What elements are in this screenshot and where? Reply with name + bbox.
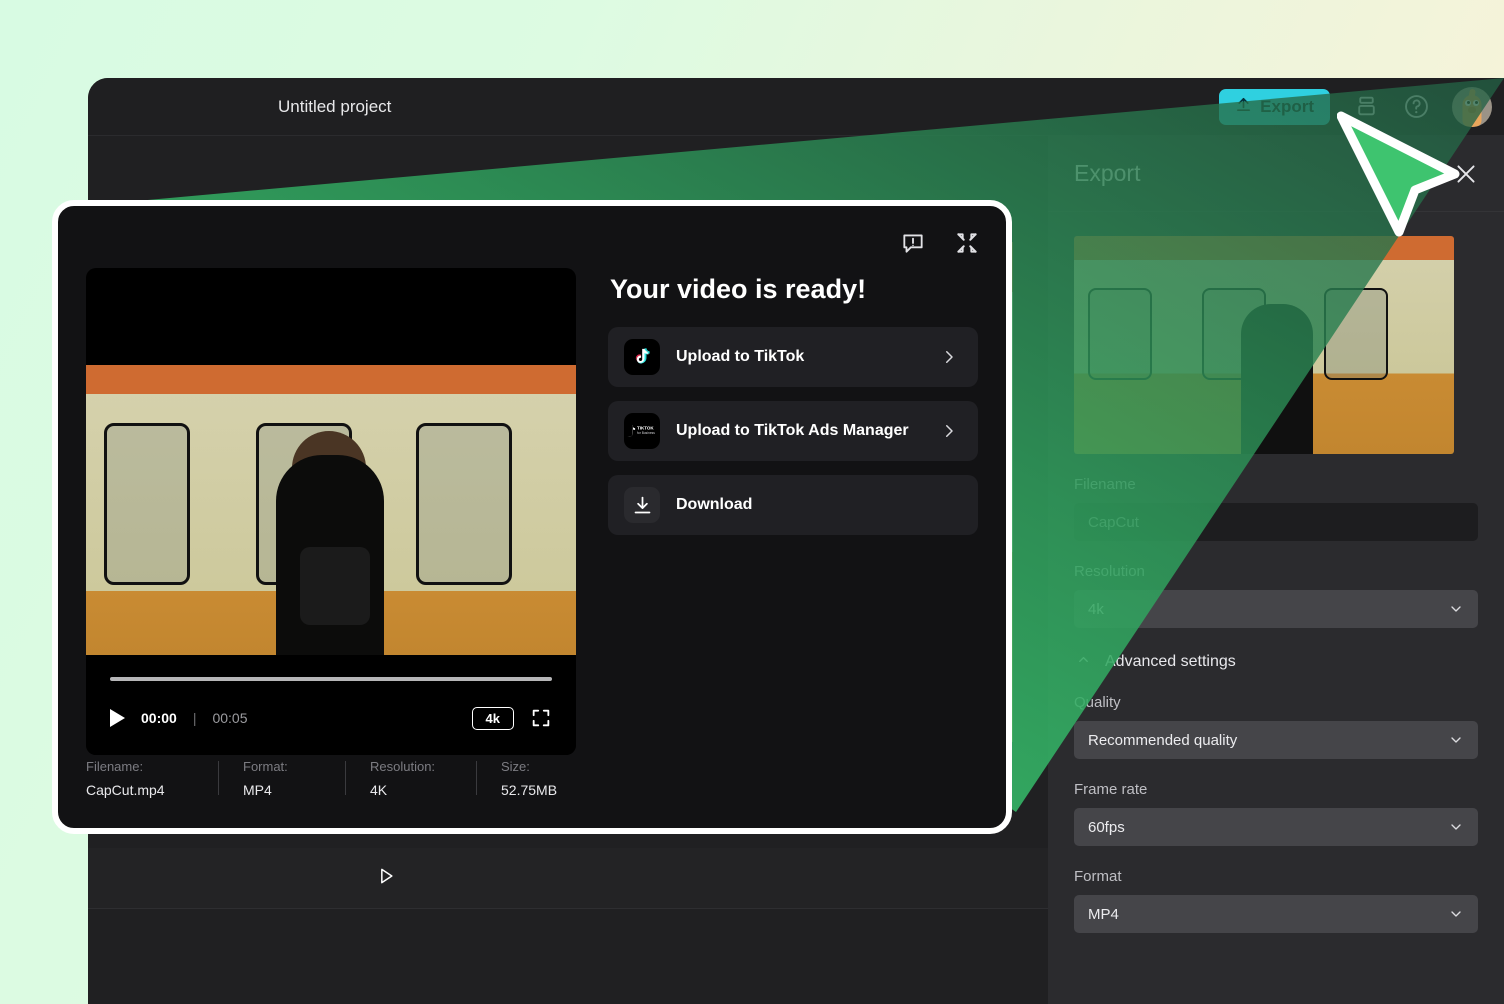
time-separator: | [192, 710, 197, 726]
export-button-label: Export [1260, 96, 1314, 116]
avatar[interactable] [1452, 86, 1492, 127]
thumb-window-a [1088, 288, 1152, 380]
avatar-snout [1468, 106, 1476, 113]
chevron-down-icon [1448, 906, 1464, 922]
meta-value: 52.75MB [501, 782, 558, 798]
page-title: Untitled project [278, 96, 392, 116]
format-value: MP4 [1088, 905, 1119, 923]
video-preview-card: 00:00 | 00:05 4k [86, 268, 576, 755]
modal-content: 00:00 | 00:05 4k Your video is ready! Up… [58, 206, 1006, 755]
filename-input[interactable]: CapCut [1074, 503, 1478, 541]
export-panel-body: Filename CapCut Resolution 4k Advanced s… [1048, 212, 1504, 933]
advanced-settings-toggle[interactable]: Advanced settings [1076, 652, 1478, 672]
top-bar-actions: Export [1219, 86, 1504, 127]
resolution-label: Resolution [1074, 563, 1145, 580]
download-button[interactable]: Download [608, 475, 978, 535]
export-panel: Export Filename CapCut Resolution 4k Adv… [1048, 136, 1504, 1004]
action-label: Upload to TikTok Ads Manager [676, 422, 909, 439]
quality-value: Recommended quality [1088, 731, 1238, 749]
close-icon[interactable] [1452, 160, 1480, 188]
export-preview-thumbnail [1074, 236, 1454, 454]
feedback-icon[interactable] [900, 230, 926, 256]
modal-header-icons [900, 230, 980, 256]
frame-rate-label: Frame rate [1074, 781, 1148, 798]
advanced-settings-label: Advanced settings [1105, 653, 1236, 670]
export-panel-title: Export [1074, 160, 1141, 186]
format-select[interactable]: MP4 [1074, 895, 1478, 933]
export-button[interactable]: Export [1219, 88, 1330, 125]
export-actions: Your video is ready! Upload to TikTok TI… [608, 268, 978, 755]
top-bar: Untitled project Export [88, 78, 1504, 136]
meta-key: Size: [501, 759, 530, 774]
filename-label: Filename [1074, 476, 1136, 493]
export-ready-modal: 00:00 | 00:05 4k Your video is ready! Up… [52, 200, 1012, 834]
subject-backpack [300, 547, 370, 625]
playback-scrubber[interactable] [110, 677, 552, 681]
download-icon [624, 487, 660, 523]
chevron-right-icon [940, 422, 958, 440]
avatar-eye-right [1473, 99, 1479, 106]
resolution-value: 4k [1088, 600, 1104, 618]
meta-value: CapCut.mp4 [86, 782, 165, 798]
layers-icon[interactable] [1352, 93, 1380, 121]
export-panel-header: Export [1048, 136, 1504, 212]
play-outline-icon[interactable] [376, 865, 396, 892]
action-label: Upload to TikTok [676, 348, 805, 365]
current-time: 00:00 [141, 710, 177, 726]
upload-to-tiktok-ads-manager-button[interactable]: TIKTOK for Business Upload to TikTok Ads… [608, 401, 978, 461]
quality-select[interactable]: Recommended quality [1074, 721, 1478, 759]
duration: 00:05 [212, 710, 248, 726]
frame-rate-value: 60fps [1088, 818, 1125, 836]
meta-key: Format: [243, 759, 288, 774]
filename-value: CapCut [1088, 513, 1139, 531]
meta-resolution: Resolution: 4K [346, 759, 476, 798]
video-frame-image [86, 365, 576, 655]
play-icon[interactable] [110, 709, 125, 727]
svg-text:for Business: for Business [637, 431, 655, 435]
resolution-select[interactable]: 4k [1074, 590, 1478, 628]
help-circle-icon[interactable] [1402, 93, 1430, 121]
chevron-down-icon [1448, 819, 1464, 835]
export-metadata: Filename: CapCut.mp4 Format: MP4 Resolut… [86, 759, 978, 798]
collapse-icon[interactable] [954, 230, 980, 256]
upload-to-tiktok-button[interactable]: Upload to TikTok [608, 327, 978, 387]
timeline-area[interactable] [88, 908, 1048, 1004]
video-player-bar: 00:00 | 00:05 4k [86, 657, 576, 755]
action-label: Download [676, 496, 753, 513]
chevron-down-icon [1448, 601, 1464, 617]
svg-text:TIKTOK: TIKTOK [637, 426, 654, 431]
meta-size: Size: 52.75MB [477, 759, 557, 798]
meta-key: Filename: [86, 759, 144, 774]
chevron-up-icon [1076, 652, 1091, 672]
quality-label: Quality [1074, 694, 1121, 711]
thumb-window-c [1324, 288, 1388, 380]
meta-value: 4K [370, 782, 388, 798]
frame-rate-select[interactable]: 60fps [1074, 808, 1478, 846]
upload-icon [1235, 96, 1252, 118]
player-controls-strip [88, 848, 1048, 908]
meta-value: MP4 [243, 782, 272, 798]
video-controls: 00:00 | 00:05 4k [110, 703, 552, 733]
fullscreen-icon[interactable] [530, 707, 552, 729]
train-window-c [416, 423, 512, 586]
meta-format: Format: MP4 [219, 759, 345, 798]
tiktok-business-icon: TIKTOK for Business [624, 413, 660, 449]
avatar-eye-left [1465, 99, 1471, 106]
tiktok-icon [624, 339, 660, 375]
chevron-down-icon [1448, 732, 1464, 748]
ready-title: Your video is ready! [610, 274, 867, 304]
meta-key: Resolution: [370, 759, 436, 774]
resolution-chip[interactable]: 4k [471, 706, 514, 730]
train-window-a [104, 423, 190, 586]
chevron-right-icon [940, 348, 958, 366]
thumb-subject [1241, 304, 1314, 454]
format-label: Format [1074, 868, 1122, 885]
meta-filename: Filename: CapCut.mp4 [86, 759, 218, 798]
